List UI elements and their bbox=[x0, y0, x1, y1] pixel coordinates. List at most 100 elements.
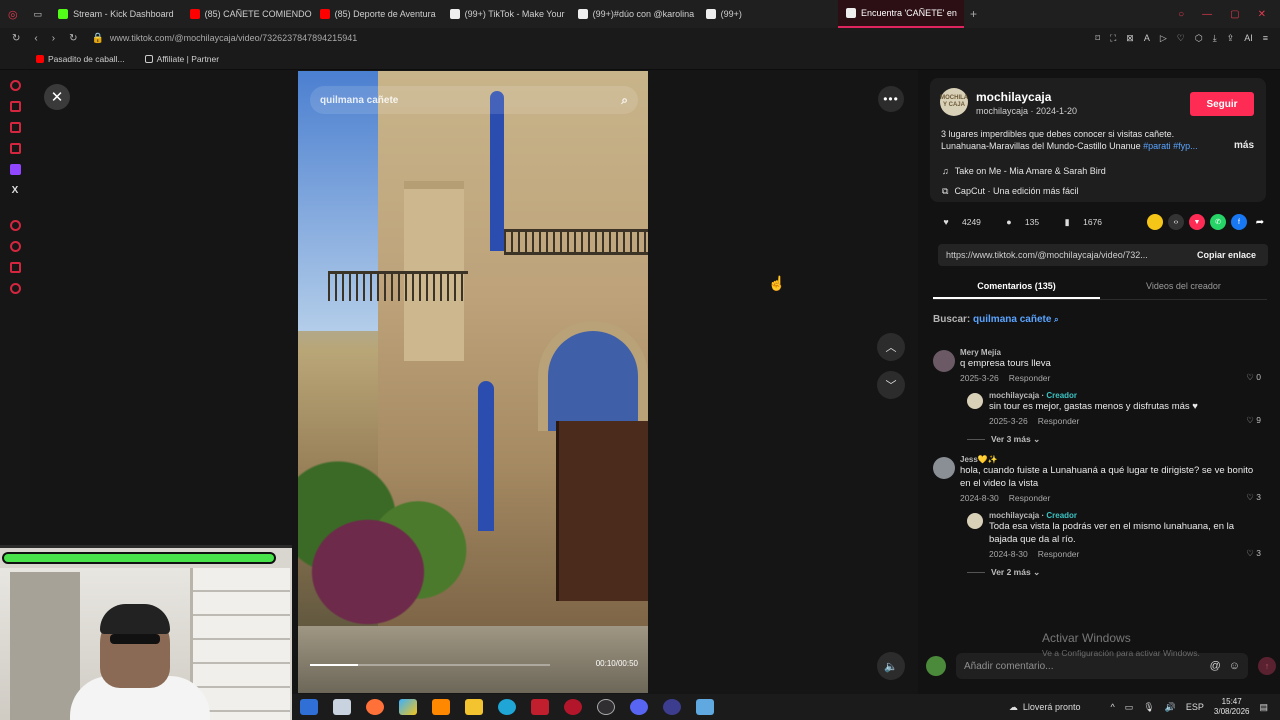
notifications-icon[interactable]: ▤ bbox=[1259, 702, 1268, 713]
like-button[interactable]: ♥ 4249 bbox=[938, 214, 981, 230]
copilot-icon[interactable] bbox=[399, 699, 417, 715]
video-player[interactable]: quilmana cañete ⌕ 00:10/00:50 bbox=[298, 71, 648, 693]
avatar[interactable] bbox=[926, 656, 946, 676]
volume-icon[interactable]: 🔊 bbox=[1165, 702, 1176, 713]
video-search-overlay[interactable]: quilmana cañete ⌕ bbox=[310, 86, 638, 114]
more-options-icon[interactable]: ••• bbox=[878, 86, 904, 112]
comment-author[interactable]: mochilaycaja · Creador bbox=[989, 391, 1265, 400]
tab-comments[interactable]: Comentarios (135) bbox=[933, 276, 1100, 299]
comment-search-suggestion[interactable]: Buscar: quilmana cañete ⌕ bbox=[933, 314, 1059, 325]
bookmark-item[interactable]: Pasadito de caball... bbox=[36, 54, 125, 64]
share-link-field[interactable]: https://www.tiktok.com/@mochilaycaja/vid… bbox=[938, 250, 1174, 260]
tab-kick[interactable]: Stream - Kick Dashboard bbox=[50, 0, 182, 28]
emoji-icon[interactable]: ☺ bbox=[1229, 660, 1240, 672]
system-clock[interactable]: 15:47 3/08/2026 bbox=[1214, 697, 1250, 717]
facebook-icon[interactable]: f bbox=[1231, 214, 1247, 230]
back-button[interactable]: ‹ bbox=[34, 33, 37, 44]
volume-icon[interactable]: 🔈 bbox=[877, 652, 905, 680]
x-icon[interactable]: X bbox=[12, 185, 19, 196]
tab-tiktok-1[interactable]: (99+) TikTok - Make Your bbox=[442, 0, 570, 28]
tab-tiktok-3[interactable]: (99+) bbox=[698, 0, 750, 28]
discord-icon[interactable] bbox=[630, 699, 648, 715]
adblock-icon[interactable]: ⊠ bbox=[1126, 33, 1134, 44]
forward-button[interactable]: › bbox=[52, 33, 55, 44]
heart-icon[interactable]: ♡ bbox=[1177, 33, 1185, 44]
tab-creator-videos[interactable]: Videos del creador bbox=[1100, 276, 1267, 299]
tab-tiktok-2[interactable]: (99+)#dúo con @karolina bbox=[570, 0, 698, 28]
vlc-icon[interactable] bbox=[432, 699, 450, 715]
bookmark-item[interactable]: Affiliate | Partner bbox=[144, 54, 219, 64]
minimize-button[interactable]: — bbox=[1202, 9, 1212, 20]
close-window-button[interactable]: ✕ bbox=[1258, 9, 1266, 20]
chevron-up-icon[interactable]: ^ bbox=[1110, 702, 1114, 712]
twitch-icon[interactable] bbox=[9, 164, 21, 175]
embed-icon[interactable]: ‹› bbox=[1168, 214, 1184, 230]
view-more-replies-button[interactable]: Ver 2 más ⌄ bbox=[967, 567, 1265, 578]
comment-author[interactable]: mochilaycaja · Creador bbox=[989, 511, 1265, 520]
app-icon[interactable] bbox=[531, 699, 549, 715]
download-icon[interactable]: ⤓ bbox=[1213, 33, 1217, 44]
notepad-icon[interactable] bbox=[333, 699, 351, 715]
media-player-icon[interactable] bbox=[663, 699, 681, 715]
play-icon[interactable]: ▷ bbox=[1160, 33, 1167, 44]
avatar[interactable] bbox=[933, 457, 955, 479]
reload-icon[interactable]: ↻ bbox=[12, 33, 20, 44]
repost-icon[interactable] bbox=[1147, 214, 1163, 230]
edge-icon[interactable] bbox=[498, 699, 516, 715]
comment-like-button[interactable]: ♡ 0 bbox=[1246, 372, 1261, 383]
screenshot-icon[interactable]: ⛶ bbox=[1110, 33, 1116, 44]
clock-icon[interactable] bbox=[9, 241, 21, 252]
close-icon[interactable]: ✕ bbox=[44, 84, 70, 110]
player-icon[interactable] bbox=[9, 220, 21, 231]
browser-menu[interactable]: ◎ bbox=[0, 0, 26, 28]
search-query-link[interactable]: quilmana cañete bbox=[973, 314, 1051, 325]
view-more-replies-button[interactable]: Ver 3 más ⌄ bbox=[967, 434, 1265, 445]
bookmark-icon[interactable]: ⌑ bbox=[1095, 33, 1100, 44]
comment-like-button[interactable]: ♡ 9 bbox=[1246, 415, 1261, 426]
post-username[interactable]: mochilaycaja bbox=[976, 90, 1051, 104]
language-indicator[interactable]: ESP bbox=[1186, 702, 1204, 712]
maximize-button[interactable]: ▢ bbox=[1230, 9, 1239, 20]
share-icon[interactable]: ⇪ bbox=[1227, 33, 1235, 44]
cube-icon[interactable] bbox=[9, 262, 21, 273]
capcut-row[interactable]: ⧉ CapCut · Una edición más fácil bbox=[942, 186, 1079, 197]
comment-like-button[interactable]: ♡ 3 bbox=[1246, 548, 1261, 559]
translate-icon[interactable]: A bbox=[1144, 33, 1150, 44]
follow-button[interactable]: Seguir bbox=[1190, 92, 1254, 116]
network-icon[interactable]: ▭ bbox=[1125, 702, 1134, 713]
reply-button[interactable]: Responder bbox=[1038, 549, 1080, 559]
comment-author[interactable]: Mery Mejía bbox=[960, 348, 1265, 357]
search-icon[interactable]: ⌕ bbox=[621, 93, 628, 108]
file-explorer-icon[interactable] bbox=[300, 699, 318, 715]
comment-like-button[interactable]: ♡ 3 bbox=[1246, 492, 1261, 503]
tab-youtube-1[interactable]: (85) CAÑETE COMIENDO bbox=[182, 0, 312, 28]
reply-button[interactable]: Responder bbox=[1009, 493, 1051, 503]
menu-icon[interactable]: ≡ bbox=[1263, 33, 1268, 44]
send-icon[interactable]: ▼ bbox=[1189, 214, 1205, 230]
mic-icon[interactable]: 🎙 bbox=[1143, 702, 1154, 713]
obs-icon[interactable] bbox=[597, 699, 615, 715]
chevron-down-icon[interactable]: ﹀ bbox=[877, 371, 905, 399]
chevron-up-icon[interactable]: ︿ bbox=[877, 333, 905, 361]
search-icon[interactable]: ○ bbox=[1178, 9, 1184, 20]
tab-tiktok-active[interactable]: Encuentra 'CAÑETE' en bbox=[837, 0, 964, 28]
avatar[interactable] bbox=[967, 393, 983, 409]
avatar[interactable]: MOCHILA Y CAJA bbox=[940, 88, 968, 116]
music-row[interactable]: ♫ Take on Me - Mia Amare & Sarah Bird bbox=[942, 166, 1106, 176]
ai-icon[interactable]: AI bbox=[1244, 33, 1253, 44]
weather-widget[interactable]: ☁ Lloverá pronto bbox=[1009, 702, 1081, 713]
refresh-button[interactable]: ↻ bbox=[69, 33, 77, 44]
description-more-button[interactable]: más bbox=[1234, 140, 1254, 151]
reply-button[interactable]: Responder bbox=[1038, 416, 1080, 426]
avatar[interactable] bbox=[933, 350, 955, 372]
url-field[interactable]: www.tiktok.com/@mochilaycaja/video/73262… bbox=[110, 33, 357, 43]
notes-icon[interactable] bbox=[9, 143, 21, 154]
photos-icon[interactable] bbox=[696, 699, 714, 715]
tab-youtube-2[interactable]: (85) Deporte de Aventura bbox=[312, 0, 442, 28]
mention-icon[interactable]: @ bbox=[1210, 660, 1221, 672]
avatar[interactable] bbox=[967, 513, 983, 529]
reply-button[interactable]: Responder bbox=[1009, 373, 1051, 383]
share-arrow-icon[interactable]: ➦ bbox=[1252, 214, 1268, 230]
history-icon[interactable] bbox=[9, 80, 21, 91]
comment-button[interactable]: ● 135 bbox=[1001, 214, 1039, 230]
